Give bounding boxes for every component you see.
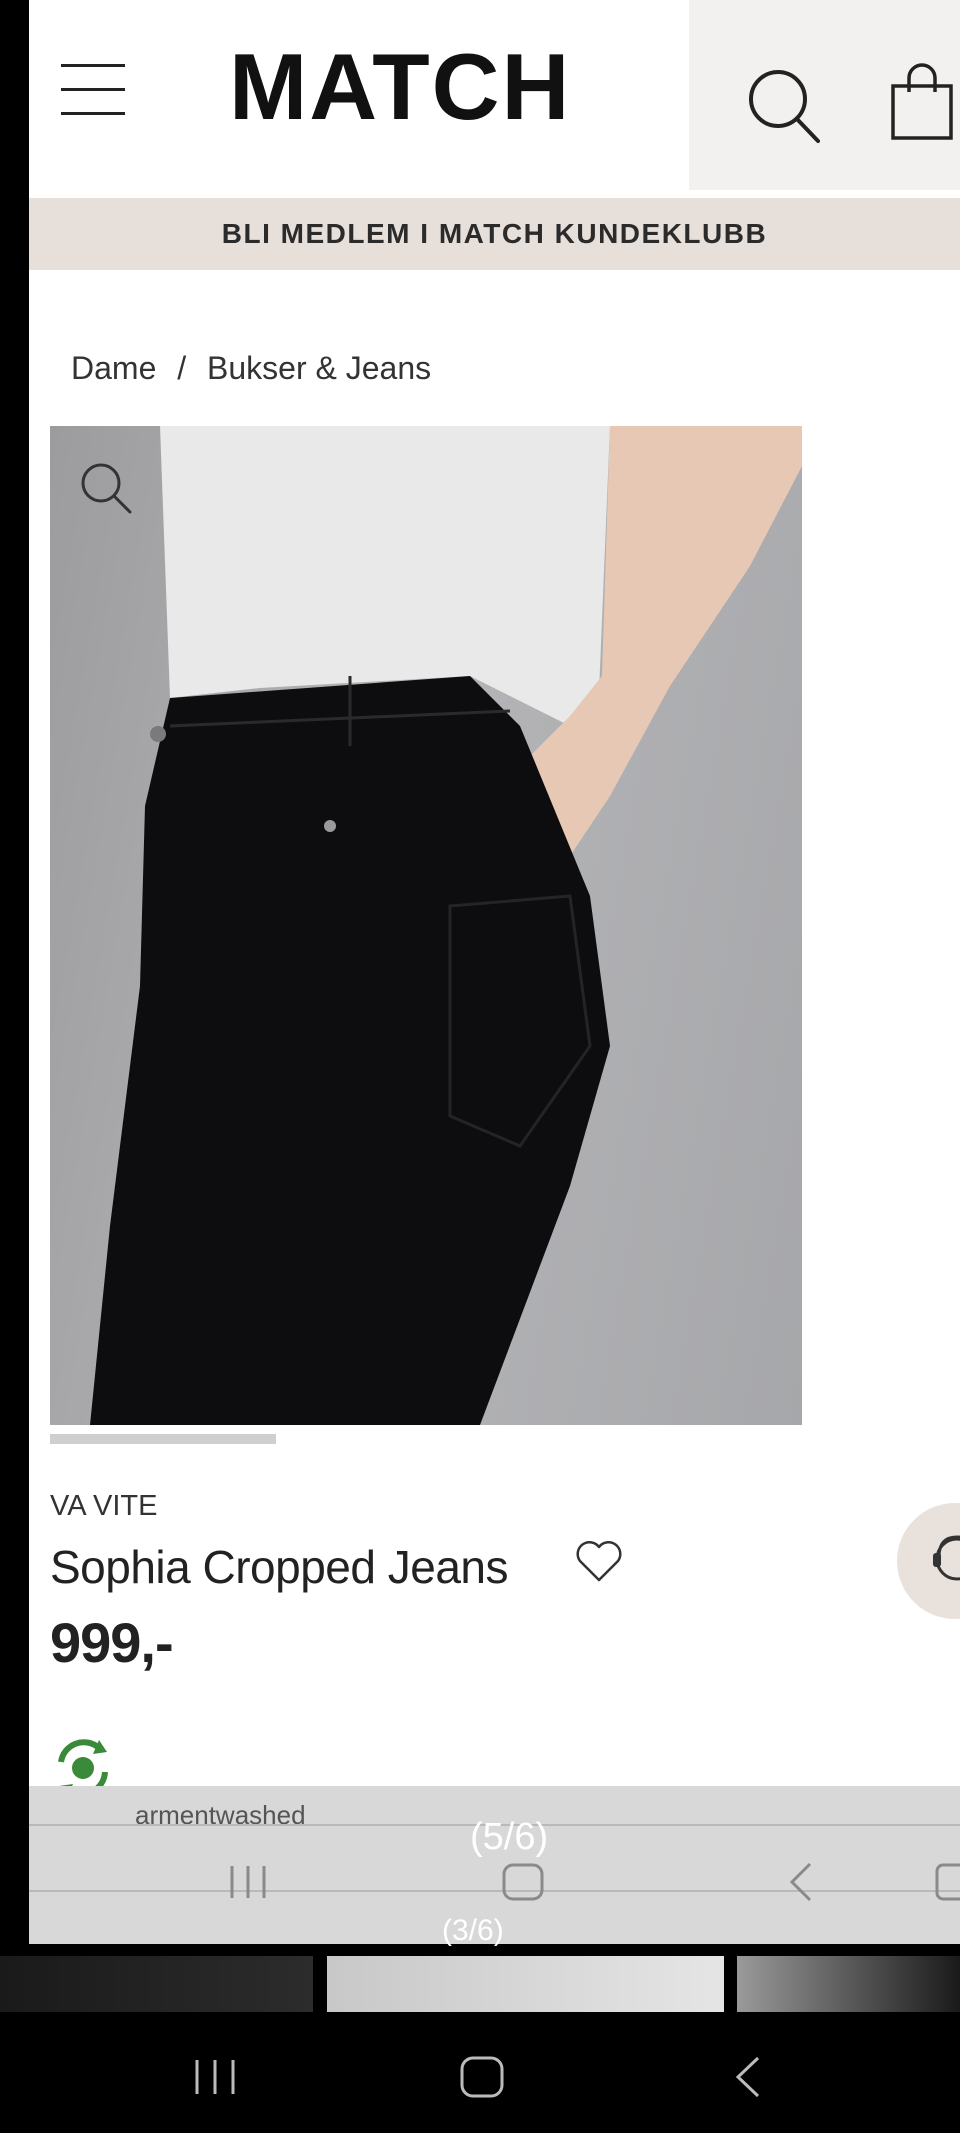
back-icon[interactable] [720,2052,780,2102]
breadcrumb-separator: / [177,350,187,386]
hamburger-menu-icon[interactable] [61,64,125,116]
recent-apps-icon [230,1866,266,1898]
support-agent-icon [933,1535,960,1581]
product-image[interactable] [50,426,802,1425]
image-progress-track [50,1434,802,1444]
thumbnail[interactable] [0,1956,313,2012]
back-icon [789,1862,812,1902]
breadcrumb-dame[interactable]: Dame [71,350,156,386]
breadcrumb-bukser-jeans[interactable]: Bukser & Jeans [207,350,431,386]
product-price: 999,- [50,1611,174,1674]
system-navigation-bar [0,2012,960,2133]
thumbnail-strip [0,1956,960,2012]
image-progress-fill [50,1434,276,1444]
screen: MATCH BLI MEDLEM I MATCH KUNDEKLUBB Dame… [0,0,960,2133]
thumbnail[interactable] [327,1956,724,2012]
zoom-icon[interactable] [78,460,134,516]
home-icon [502,1863,544,1901]
shopping-bag-icon[interactable] [889,62,957,142]
product-brand[interactable]: VA VITE [50,1490,157,1523]
product-photo-illustration [90,426,802,1425]
product-page: MATCH BLI MEDLEM I MATCH KUNDEKLUBB Dame… [29,0,960,1944]
heart-icon[interactable] [574,1540,624,1584]
search-icon[interactable] [744,65,824,145]
thumbnail-counter: (3/6) [442,1914,504,1947]
gallery-counter: (5/6) [470,1816,549,1858]
partial-description-text: armentwashed [135,1800,306,1830]
header-right [689,0,960,190]
product-name: Sophia Cropped Jeans [50,1541,509,1593]
keyboard-icon [935,1863,960,1901]
customer-service-chat-button[interactable] [897,1503,960,1619]
site-logo[interactable]: MATCH [229,40,571,134]
home-icon[interactable] [452,2052,512,2102]
recent-apps-icon[interactable] [185,2052,245,2102]
breadcrumb: Dame / Bukser & Jeans [71,350,431,387]
membership-banner[interactable]: BLI MEDLEM I MATCH KUNDEKLUBB [29,198,960,270]
membership-banner-text: BLI MEDLEM I MATCH KUNDEKLUBB [221,218,768,249]
header-left: MATCH [29,0,689,190]
thumbnail[interactable] [737,1956,960,2012]
